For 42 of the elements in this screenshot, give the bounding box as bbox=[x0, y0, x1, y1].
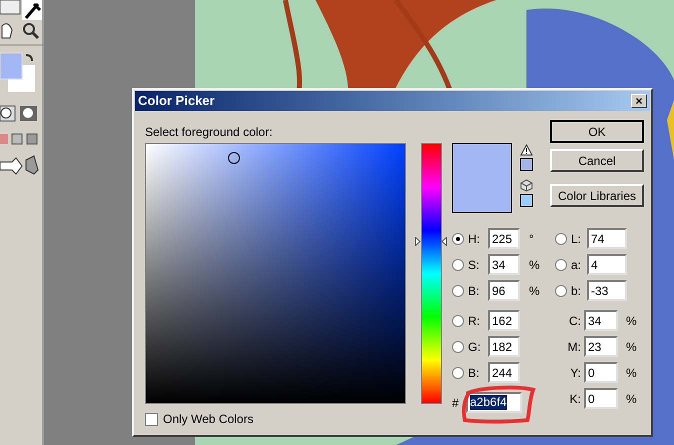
value-field[interactable]: 74 bbox=[587, 228, 627, 249]
field-label: G: bbox=[468, 338, 482, 356]
unit-label: % bbox=[626, 312, 637, 330]
hex-field[interactable]: a2b6f4 bbox=[466, 392, 522, 413]
unit-label: % bbox=[529, 282, 540, 300]
value-field[interactable]: 34 bbox=[488, 254, 520, 275]
field-label: S: bbox=[468, 256, 480, 274]
checkbox-label: Only Web Colors bbox=[163, 411, 254, 428]
value-field[interactable]: 0 bbox=[584, 362, 618, 383]
value-field[interactable]: 162 bbox=[488, 310, 520, 331]
field-label: b: bbox=[571, 282, 582, 300]
value-field[interactable]: 23 bbox=[584, 336, 618, 357]
value-field[interactable]: 0 bbox=[584, 388, 618, 409]
unit-label: ° bbox=[529, 230, 534, 248]
close-button[interactable]: × bbox=[631, 94, 647, 108]
field-label: R: bbox=[468, 312, 481, 330]
unit-label: % bbox=[626, 364, 637, 382]
field-label: B: bbox=[468, 282, 480, 300]
field-label: K: bbox=[568, 390, 581, 408]
value-field[interactable]: -33 bbox=[587, 280, 627, 301]
value-field[interactable]: 34 bbox=[584, 310, 618, 331]
unit-label: % bbox=[626, 338, 637, 356]
value-field[interactable]: 4 bbox=[587, 254, 627, 275]
dialog-button[interactable]: Color Libraries bbox=[550, 184, 644, 207]
unit-label: % bbox=[626, 390, 637, 408]
field-label: a: bbox=[571, 256, 582, 274]
field-label: M: bbox=[566, 338, 581, 356]
unit-label: % bbox=[529, 256, 540, 274]
value-field[interactable]: 244 bbox=[488, 362, 520, 383]
field-label: Y: bbox=[569, 364, 581, 382]
field-label: B: bbox=[468, 364, 480, 382]
window-title: Color Picker bbox=[138, 92, 215, 110]
value-field[interactable]: 182 bbox=[488, 336, 520, 357]
value-field[interactable]: 225 bbox=[488, 228, 520, 249]
prompt-label: Select foreground color: bbox=[145, 124, 274, 138]
dialog-button[interactable]: OK bbox=[550, 120, 644, 143]
dialog-button[interactable]: Cancel bbox=[550, 149, 644, 172]
field-label: L: bbox=[571, 230, 582, 248]
value-field[interactable]: 96 bbox=[488, 280, 520, 301]
field-label: C: bbox=[568, 312, 581, 330]
hash-label: # bbox=[452, 394, 460, 412]
field-label: H: bbox=[468, 230, 481, 248]
